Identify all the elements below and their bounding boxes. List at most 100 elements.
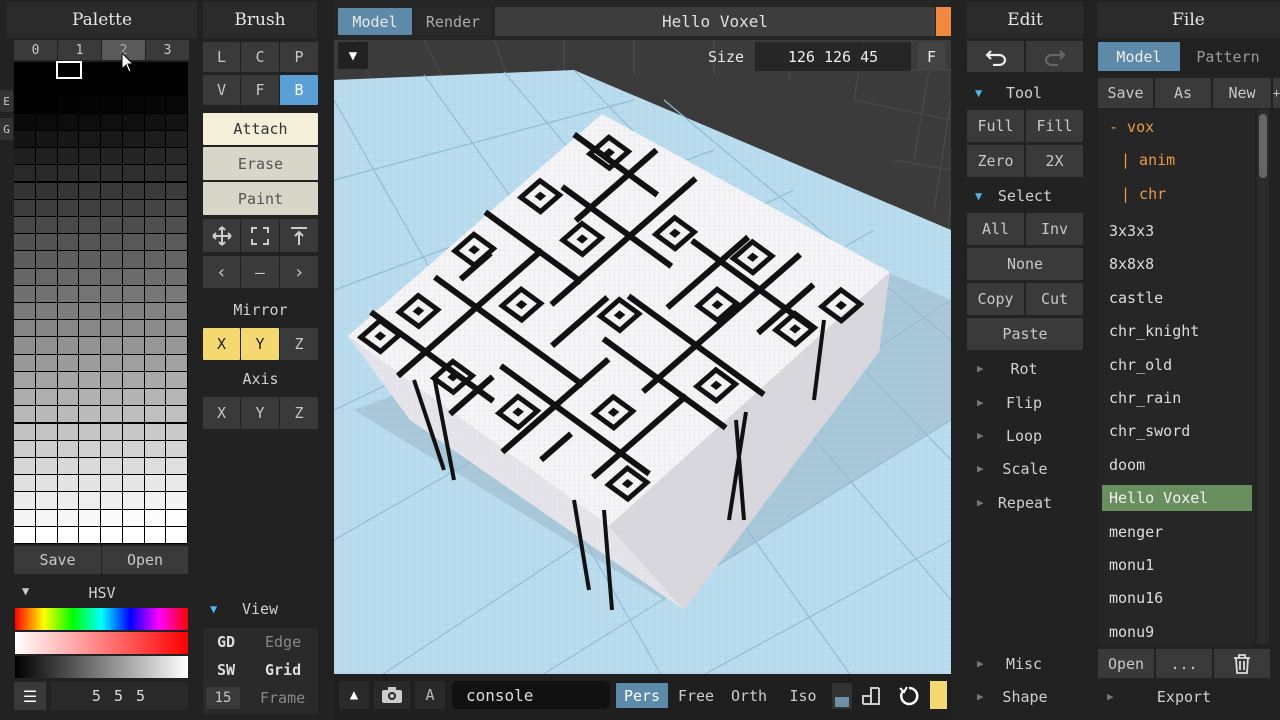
palette-swatch[interactable] — [35, 62, 57, 79]
move-icon[interactable] — [203, 219, 240, 252]
palette-swatch[interactable] — [79, 199, 100, 216]
palette-swatch[interactable] — [166, 268, 187, 285]
flip-label[interactable]: Flip — [999, 394, 1049, 412]
palette-swatch[interactable] — [79, 216, 100, 234]
view-free-button[interactable]: Free — [672, 683, 720, 708]
palette-swatch[interactable] — [35, 406, 57, 423]
view-sw-key[interactable]: SW — [217, 661, 235, 679]
palette-swatch[interactable] — [122, 354, 144, 371]
palette-swatch[interactable] — [101, 492, 122, 509]
palette-swatch[interactable] — [166, 148, 187, 165]
palette-swatch[interactable] — [35, 148, 57, 165]
palette-swatch[interactable] — [101, 62, 122, 79]
palette-swatch[interactable] — [79, 406, 100, 423]
palette-swatch[interactable] — [101, 182, 122, 199]
palette-swatch[interactable] — [35, 423, 57, 440]
file-add-button[interactable]: + — [1273, 78, 1280, 108]
palette-swatch[interactable] — [166, 62, 187, 79]
palette-swatch[interactable] — [144, 354, 166, 371]
palette-swatch[interactable] — [79, 440, 100, 457]
palette-swatch[interactable] — [144, 440, 166, 457]
palette-swatch[interactable] — [79, 526, 100, 543]
palette-swatch[interactable] — [79, 303, 100, 320]
file-list-item[interactable]: 8x8x8 — [1109, 251, 1249, 277]
palette-swatch[interactable] — [57, 509, 79, 526]
palette-swatch[interactable] — [101, 337, 122, 354]
palette-menu-icon[interactable]: ☰ — [14, 682, 46, 710]
palette-swatch[interactable] — [35, 251, 57, 268]
file-open-button[interactable]: Open — [1098, 649, 1154, 678]
palette-swatch[interactable] — [166, 406, 187, 423]
palette-swatch[interactable] — [166, 526, 187, 543]
file-list-item[interactable]: monu1 — [1109, 552, 1249, 578]
scale-expand-icon[interactable]: ▶ — [977, 462, 984, 475]
palette-swatch[interactable] — [122, 457, 144, 475]
palette-swatch[interactable] — [122, 182, 144, 199]
palette-swatch[interactable] — [79, 389, 100, 406]
palette-swatch[interactable] — [79, 337, 100, 354]
file-more-button[interactable]: ... — [1156, 649, 1212, 678]
palette-swatch[interactable] — [79, 509, 100, 526]
select-none-button[interactable]: None — [967, 248, 1083, 280]
palette-swatch[interactable] — [35, 457, 57, 475]
select-all-button[interactable]: All — [967, 213, 1024, 245]
palette-swatch[interactable] — [101, 199, 122, 216]
palette-swatch[interactable] — [101, 389, 122, 406]
axis-y-button[interactable]: Y — [241, 397, 279, 429]
palette-swatch[interactable] — [144, 492, 166, 509]
palette-swatch[interactable] — [14, 475, 35, 492]
palette-swatch[interactable] — [57, 216, 79, 234]
misc-expand-icon[interactable]: ▶ — [977, 657, 984, 670]
palette-swatch[interactable] — [57, 130, 79, 148]
viewport-menu-dropdown[interactable]: ▼ — [338, 42, 368, 69]
palette-swatch[interactable] — [166, 389, 187, 406]
palette-swatch[interactable] — [35, 303, 57, 320]
view-orth-button[interactable]: Orth — [725, 683, 773, 708]
mirror-z-button[interactable]: Z — [280, 328, 318, 360]
palette-swatch[interactable] — [166, 337, 187, 354]
select-box-icon[interactable] — [241, 219, 279, 252]
side-tab-e[interactable]: E — [0, 90, 13, 112]
file-save-as-button[interactable]: As — [1155, 78, 1211, 108]
palette-swatch[interactable] — [14, 148, 35, 165]
palette-swatch[interactable] — [166, 130, 187, 148]
palette-swatch[interactable] — [14, 440, 35, 457]
palette-swatch[interactable] — [101, 303, 122, 320]
palette-swatch[interactable] — [144, 303, 166, 320]
palette-swatch[interactable] — [122, 492, 144, 509]
palette-swatch[interactable] — [101, 79, 122, 96]
file-list-item[interactable]: menger — [1109, 519, 1249, 545]
reset-rotate-icon[interactable] — [894, 683, 924, 709]
saturation-slider[interactable] — [15, 632, 188, 654]
palette-swatch[interactable] — [35, 337, 57, 354]
palette-swatch[interactable] — [14, 371, 35, 389]
palette-swatch[interactable] — [35, 96, 57, 113]
repeat-label[interactable]: Repeat — [991, 494, 1059, 512]
palette-swatch[interactable] — [144, 62, 166, 79]
palette-swatch[interactable] — [122, 268, 144, 285]
mirror-y-button[interactable]: Y — [241, 328, 279, 360]
palette-swatch[interactable] — [14, 389, 35, 406]
palette-swatch[interactable] — [144, 251, 166, 268]
palette-swatch[interactable] — [144, 234, 166, 251]
scale-label[interactable]: Scale — [995, 460, 1055, 478]
misc-label[interactable]: Misc — [999, 655, 1049, 673]
palette-swatch[interactable] — [35, 234, 57, 251]
palette-swatch[interactable] — [57, 268, 79, 285]
palette-swatch[interactable] — [144, 457, 166, 475]
palette-swatch[interactable] — [101, 475, 122, 492]
palette-swatch[interactable] — [166, 440, 187, 457]
palette-swatch[interactable] — [14, 234, 35, 251]
palette-swatch[interactable] — [122, 423, 144, 440]
palette-swatch[interactable] — [79, 96, 100, 113]
palette-swatch[interactable] — [57, 371, 79, 389]
palette-swatch[interactable] — [166, 234, 187, 251]
palette-swatch[interactable] — [14, 62, 35, 79]
palette-swatch[interactable] — [101, 148, 122, 165]
palette-swatch[interactable] — [57, 440, 79, 457]
palette-swatch[interactable] — [101, 371, 122, 389]
palette-swatch[interactable] — [101, 113, 122, 130]
undo-icon[interactable] — [967, 41, 1024, 72]
tab-model[interactable]: Model — [338, 8, 412, 35]
palette-swatch[interactable] — [101, 96, 122, 113]
